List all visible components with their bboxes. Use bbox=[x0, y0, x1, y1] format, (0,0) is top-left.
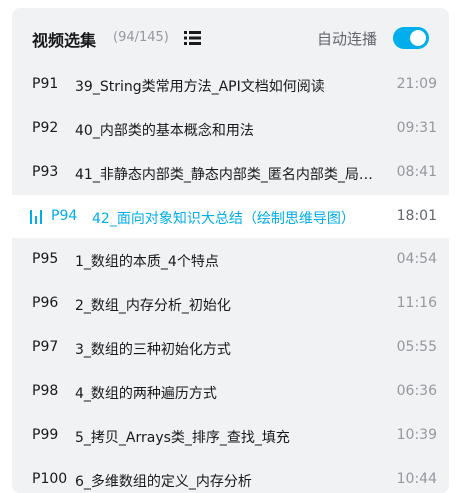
episode-list: P91 39_String类常用方法_API文档如何阅读 21:09 P92 40_内部… bbox=[12, 63, 449, 493]
episode-duration: 06:36 bbox=[396, 383, 437, 399]
episode-duration: 11:16 bbox=[396, 295, 437, 311]
episode-panel: 视频选集 (94/145) 自动连播 P91 39_String类常用方法_API… bbox=[12, 8, 449, 493]
episode-title: 5_拷贝_Arrays类_排序_查找_填充 bbox=[75, 430, 290, 446]
episode-duration: 18:01 bbox=[396, 208, 437, 224]
episode-title: 42_面向对象知识大总结（绘制思维导图） bbox=[92, 211, 355, 227]
episode-title: 40_内部类的基本概念和用法 bbox=[75, 123, 254, 139]
episode-row[interactable]: P97 3_数组的三种初始化方式 05:55 bbox=[12, 326, 449, 370]
autoplay-label: 自动连播 bbox=[317, 30, 378, 48]
episode-count: (94/145) bbox=[113, 30, 169, 45]
episode-duration: 05:55 bbox=[396, 339, 437, 355]
panel-title: 视频选集 bbox=[32, 31, 97, 50]
episode-code: P95 bbox=[32, 251, 59, 267]
playing-indicator-icon bbox=[30, 210, 44, 224]
episode-row[interactable]: P93 41_非静态内部类_静态内部类_匿名内部类_局部内部类 08:41 bbox=[12, 151, 449, 195]
episode-code: P97 bbox=[32, 339, 59, 355]
autoplay-toggle[interactable] bbox=[393, 27, 429, 49]
episode-title: 41_非静态内部类_静态内部类_匿名内部类_局部内部类 bbox=[75, 167, 375, 183]
episode-title: 2_数组_内存分析_初始化 bbox=[75, 298, 231, 314]
episode-code: P94 bbox=[51, 208, 78, 224]
episode-duration: 21:09 bbox=[396, 76, 437, 92]
episode-row-active[interactable]: P94 42_面向对象知识大总结（绘制思维导图） 18:01 bbox=[12, 195, 449, 238]
episode-code: P98 bbox=[32, 383, 59, 399]
episode-row[interactable]: P95 1_数组的本质_4个特点 04:54 bbox=[12, 238, 449, 282]
toggle-knob bbox=[410, 30, 426, 46]
episode-row[interactable]: P91 39_String类常用方法_API文档如何阅读 21:09 bbox=[12, 63, 449, 107]
episode-duration: 10:39 bbox=[396, 427, 437, 443]
episode-code: P91 bbox=[32, 76, 59, 92]
episode-panel-header: 视频选集 (94/145) 自动连播 bbox=[12, 8, 449, 63]
list-icon[interactable] bbox=[184, 30, 202, 45]
episode-title: 39_String类常用方法_API文档如何阅读 bbox=[75, 79, 325, 95]
episode-title: 4_数组的两种遍历方式 bbox=[75, 386, 217, 402]
episode-title: 1_数组的本质_4个特点 bbox=[75, 254, 219, 270]
episode-row[interactable]: P96 2_数组_内存分析_初始化 11:16 bbox=[12, 282, 449, 326]
episode-title: 6_多维数组的定义_内存分析 bbox=[75, 474, 252, 490]
episode-title: 3_数组的三种初始化方式 bbox=[75, 342, 231, 358]
episode-duration: 04:54 bbox=[396, 251, 437, 267]
episode-row[interactable]: P100 6_多维数组的定义_内存分析 10:44 bbox=[12, 458, 449, 493]
episode-code: P96 bbox=[32, 295, 59, 311]
episode-code: P93 bbox=[32, 164, 59, 180]
episode-code: P99 bbox=[32, 427, 59, 443]
episode-code: P92 bbox=[32, 120, 59, 136]
episode-duration: 09:31 bbox=[396, 120, 437, 136]
episode-code: P100 bbox=[32, 471, 68, 487]
episode-row[interactable]: P98 4_数组的两种遍历方式 06:36 bbox=[12, 370, 449, 414]
episode-row[interactable]: P92 40_内部类的基本概念和用法 09:31 bbox=[12, 107, 449, 151]
episode-row[interactable]: P99 5_拷贝_Arrays类_排序_查找_填充 10:39 bbox=[12, 414, 449, 458]
episode-duration: 08:41 bbox=[396, 164, 437, 180]
episode-duration: 10:44 bbox=[396, 471, 437, 487]
